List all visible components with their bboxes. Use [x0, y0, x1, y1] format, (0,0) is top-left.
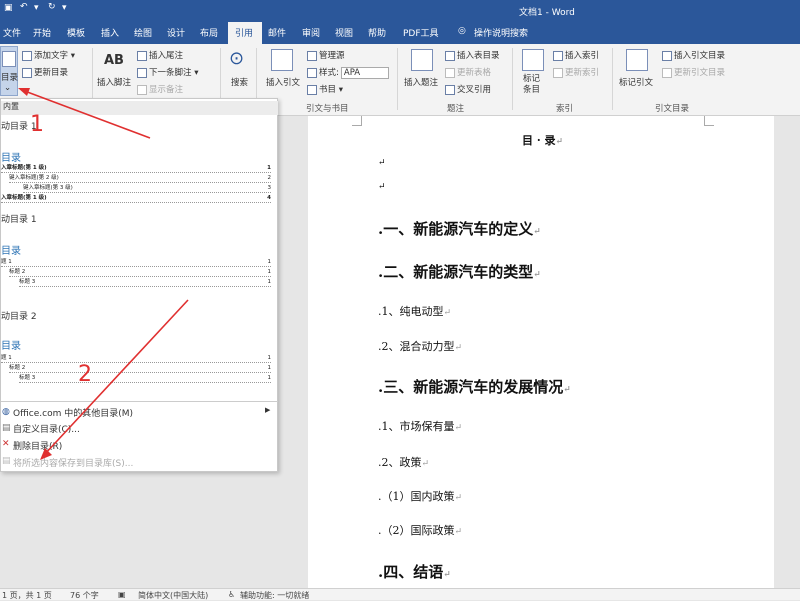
accessibility-status[interactable]: 辅助功能: 一切就绪: [240, 590, 309, 601]
annotation-label-2: 2: [78, 362, 92, 387]
word-count[interactable]: 76 个字: [70, 590, 99, 601]
status-bar: 1 页，共 1 页 76 个字 ▣ 简体中文(中国大陆) ♿ 辅助功能: 一切就…: [0, 588, 800, 600]
annotation-arrowhead-2: [40, 448, 52, 460]
annotation-overlay: [18, 88, 189, 460]
annotation-arrowhead-1: [18, 88, 30, 96]
accessibility-icon: ♿: [228, 590, 236, 599]
annotation-label-1: 1: [30, 112, 44, 137]
annotation-arrow-2: [43, 299, 189, 456]
proofing-icon[interactable]: ▣: [118, 590, 126, 599]
language-indicator[interactable]: 简体中文(中国大陆): [138, 590, 208, 601]
page-count[interactable]: 1 页，共 1 页: [2, 590, 52, 601]
